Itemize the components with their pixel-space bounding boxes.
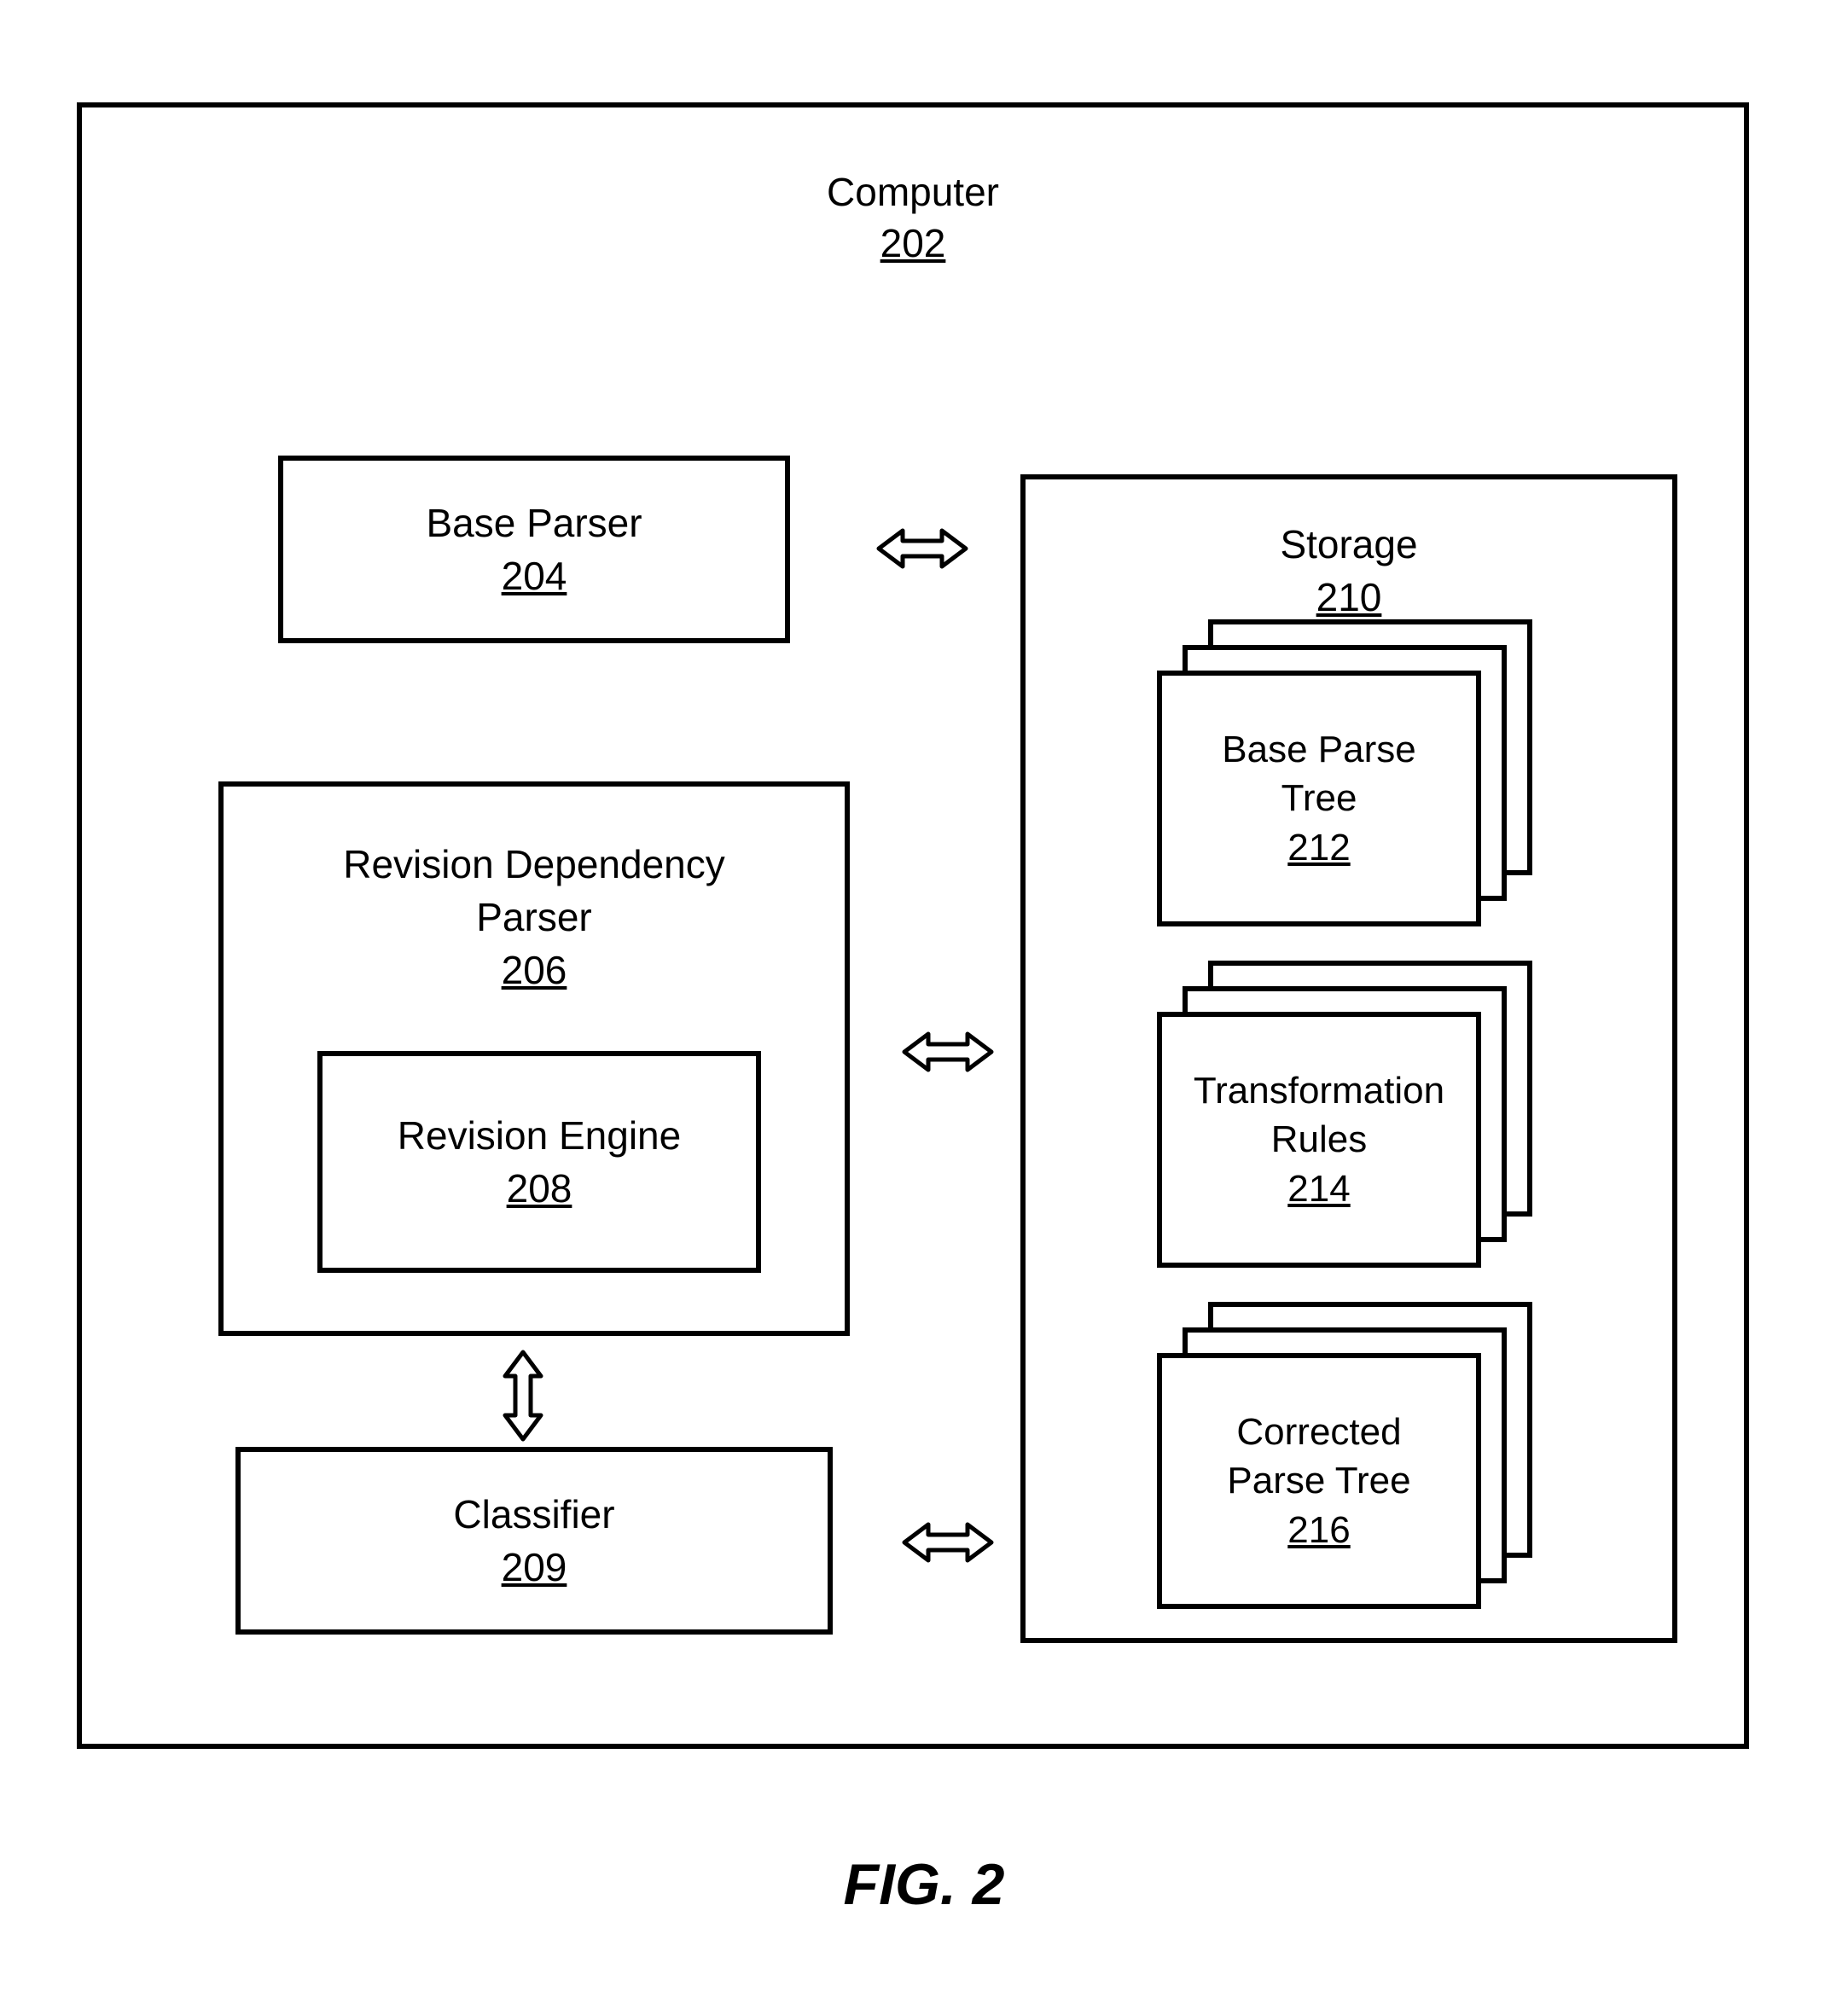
rev-dep-label2: Parser <box>476 891 591 944</box>
rev-engine-label: Revision Engine <box>398 1109 681 1162</box>
classifier-label: Classifier <box>453 1488 614 1541</box>
computer-container: Computer 202 Base Parser 204 Revision De… <box>77 102 1749 1749</box>
cpt-ref: 216 <box>1287 1506 1350 1554</box>
arrow-revdep-storage-icon <box>901 1029 995 1075</box>
cpt-line2: Parse Tree <box>1227 1456 1410 1505</box>
classifier-ref: 209 <box>502 1541 567 1594</box>
storage-ref: 210 <box>1316 571 1382 624</box>
cpt-line1: Corrected <box>1236 1408 1401 1456</box>
base-parser-block: Base Parser 204 <box>278 456 790 643</box>
rev-engine-ref: 208 <box>507 1162 572 1215</box>
revision-engine-block: Revision Engine 208 <box>317 1051 761 1273</box>
bpt-line1: Base Parse <box>1222 725 1415 774</box>
computer-label: Computer 202 <box>827 167 999 270</box>
base-parser-label: Base Parser <box>426 497 642 549</box>
tr-line2: Rules <box>1271 1115 1368 1164</box>
arrow-revdep-classifier-icon <box>500 1349 546 1443</box>
computer-title: Computer <box>827 167 999 218</box>
figure-caption: FIG. 2 <box>844 1851 1005 1918</box>
tr-ref: 214 <box>1287 1164 1350 1213</box>
computer-ref: 202 <box>827 218 999 270</box>
revision-dependency-parser-block: Revision Dependency Parser 206 Revision … <box>218 781 850 1336</box>
corrected-parse-tree-stack: Corrected Parse Tree 216 <box>1157 1353 1558 1635</box>
transformation-rules-stack: Transformation Rules 214 <box>1157 1012 1558 1293</box>
rev-dep-ref: 206 <box>502 944 567 996</box>
rev-dep-label1: Revision Dependency <box>343 838 725 891</box>
base-parse-tree-stack: Base Parse Tree 212 <box>1157 671 1558 952</box>
arrow-baseparser-storage-icon <box>875 526 969 572</box>
storage-label: Storage <box>1280 518 1417 571</box>
tr-line1: Transformation <box>1194 1066 1444 1115</box>
bpt-ref: 212 <box>1287 823 1350 872</box>
arrow-classifier-storage-icon <box>901 1519 995 1565</box>
base-parser-ref: 204 <box>502 549 567 602</box>
bpt-line2: Tree <box>1281 774 1357 822</box>
classifier-block: Classifier 209 <box>235 1447 833 1635</box>
